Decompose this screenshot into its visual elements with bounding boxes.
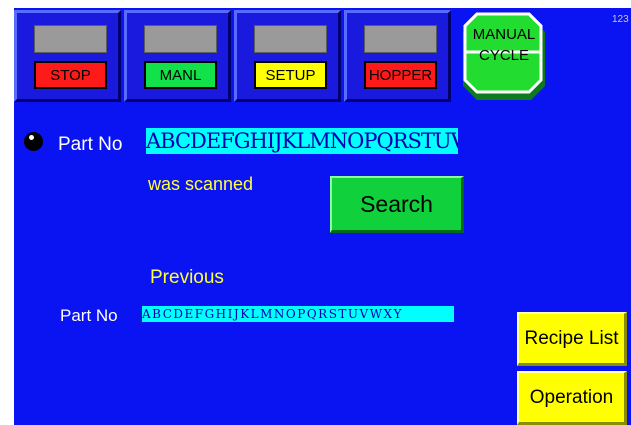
scan-indicator-lamp [24,132,43,151]
previous-heading: Previous [150,267,224,288]
scan-status-text: was scanned [148,174,254,194]
hopper-label: HOPPER [364,61,437,89]
stop-indicator-lamp [34,25,107,53]
status-tile-manual[interactable]: MANL [124,10,231,102]
setup-indicator-lamp [254,25,327,53]
status-tile-setup[interactable]: SETUP [234,10,341,102]
current-part-number-field[interactable]: ABCDEFGHIJKLMNOPQRSTUVWXY [146,128,458,154]
status-tile-hopper[interactable]: HOPPER [344,10,451,102]
operation-button[interactable]: Operation [517,371,627,425]
status-tile-stop[interactable]: STOP [14,10,121,102]
hmi-panel: STOP MANL SETUP HOPPER MANUAL CYCLE 123 … [14,8,631,425]
previous-part-no-label: Part No [60,306,118,325]
search-button[interactable]: Search [330,176,464,233]
manual-label: MANL [144,61,217,89]
manual-cycle-label: MANUAL CYCLE [472,26,536,64]
corner-readout: 123 [612,14,629,25]
stop-label: STOP [34,61,107,89]
setup-label: SETUP [254,61,327,89]
hmi-screen: STOP MANL SETUP HOPPER MANUAL CYCLE 123 … [0,0,631,425]
manual-cycle-button[interactable]: MANUAL CYCLE [455,10,553,102]
part-no-label: Part No [58,134,123,155]
manual-indicator-lamp [144,25,217,53]
hopper-indicator-lamp [364,25,437,53]
recipe-list-button[interactable]: Recipe List [517,312,627,366]
previous-part-number-field: ABCDEFGHIJKLMNOPQRSTUVWXY [142,306,454,322]
